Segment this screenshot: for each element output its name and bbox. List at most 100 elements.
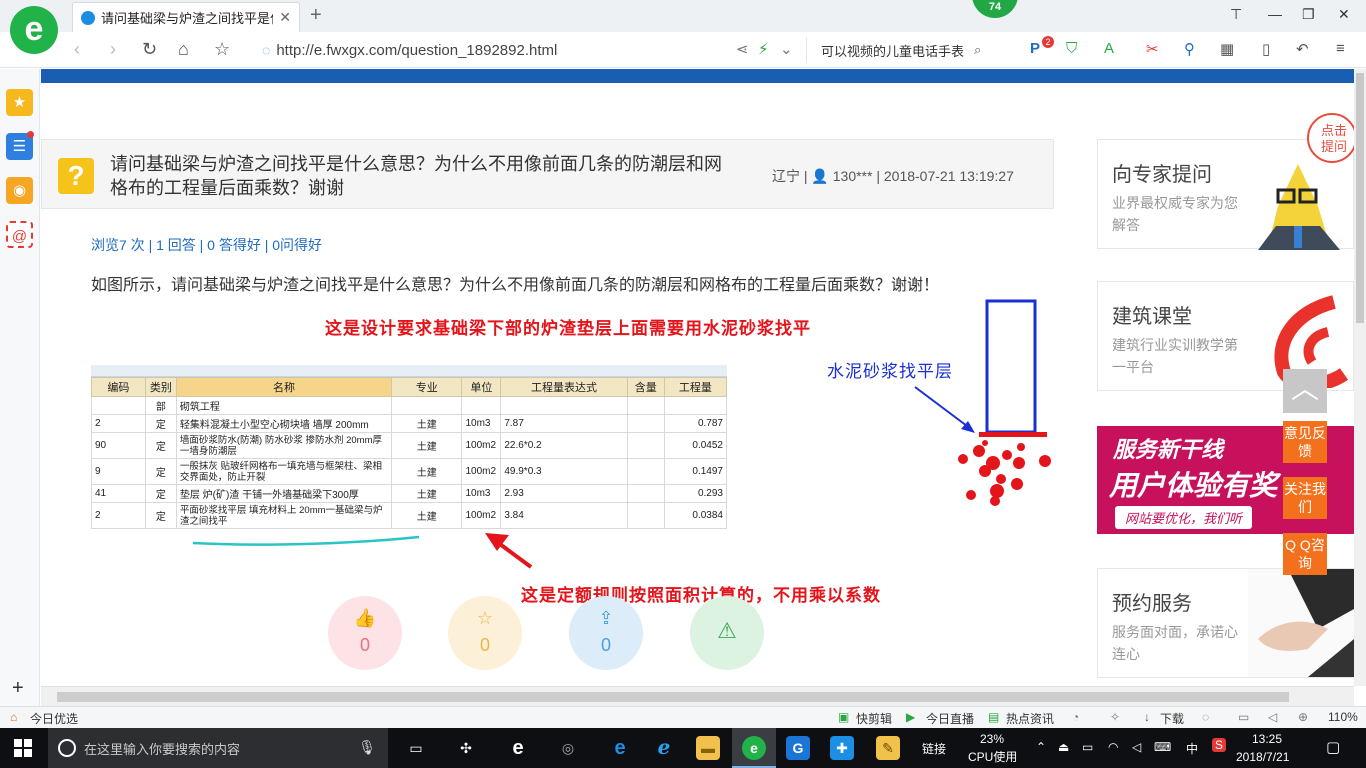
share-icon[interactable]: ⋖ — [736, 40, 749, 58]
back-to-top-icon[interactable]: ︿ — [1283, 369, 1327, 413]
home-icon[interactable]: ⌂ — [178, 39, 189, 60]
mute-icon[interactable]: ◁ — [1268, 710, 1277, 724]
vertical-scroll-thumb[interactable] — [1356, 73, 1364, 323]
follow-us-button[interactable]: 关注我们 — [1283, 477, 1327, 519]
clock-date[interactable]: 2018/7/21 — [1236, 750, 1289, 764]
microphone-icon[interactable]: 🎙 — [358, 739, 376, 756]
keyboard-icon[interactable]: ⌨ — [1154, 740, 1171, 754]
refresh-icon[interactable]: ↻ — [142, 39, 157, 60]
back-icon[interactable]: ‹ — [74, 39, 80, 60]
task-view-icon[interactable]: ▭ — [404, 736, 428, 760]
browser-tab[interactable]: 请问基础梁与炉渣之间找平是什么 ✕ — [72, 2, 300, 32]
chevron-down-icon[interactable]: ⌄ — [780, 40, 793, 58]
menu-icon[interactable]: ≡ — [1336, 40, 1345, 57]
accelerate-icon[interactable]: ⚡ — [758, 40, 769, 58]
search-icon[interactable]: ⌕ — [974, 42, 981, 58]
user-tray-icon[interactable]: ⏏ — [1058, 740, 1069, 754]
zoom-level[interactable]: 110% — [1328, 710, 1358, 724]
fan-app-icon[interactable]: ✣ — [454, 736, 478, 760]
shield-yen-icon[interactable]: ⛉ — [1066, 40, 1077, 57]
news-icon: ▤ — [988, 710, 1000, 724]
zoom-search-icon[interactable]: ⚲ — [1184, 40, 1195, 58]
tools-icon[interactable]: ✧ — [1110, 710, 1120, 724]
apps-grid-icon[interactable]: ▦ — [1220, 40, 1234, 58]
weibo-icon[interactable]: ◉ — [6, 177, 33, 204]
qq-consult-button[interactable]: Q Q咨询 — [1283, 533, 1327, 575]
booking-title[interactable]: 预约服务 — [1112, 587, 1192, 616]
like-button[interactable]: 👍 0 — [328, 596, 402, 670]
academy-title[interactable]: 建筑课堂 — [1112, 300, 1192, 329]
skin-icon[interactable]: ⊤ — [1230, 6, 1242, 23]
extension-p-icon[interactable]: P — [1030, 40, 1040, 57]
window-icon[interactable]: ▭ — [1238, 710, 1249, 724]
share-button[interactable]: ⇪ 0 — [569, 596, 643, 670]
cell-content — [626, 414, 665, 433]
kuaijianji-link[interactable]: 快剪辑 — [856, 710, 892, 727]
horizontal-scroll-thumb[interactable] — [57, 692, 1289, 702]
floating-badge[interactable]: 74 — [972, 0, 1018, 18]
live-link[interactable]: 今日直播 — [926, 710, 974, 727]
volume-icon[interactable]: ◁ — [1132, 740, 1141, 754]
table-header-row: 编码 类别 名称 专业 单位 工程量表达式 含量 工程量 — [91, 377, 727, 397]
favorites-star-icon[interactable]: ★ — [6, 89, 33, 116]
notes-app-icon[interactable]: ✎ — [876, 736, 900, 760]
add-sidebar-plus-icon[interactable]: + — [12, 677, 24, 700]
taskbar-search-placeholder[interactable]: 在这里输入你要搜索的内容 — [84, 739, 240, 758]
browser-mini-icon[interactable]: ◌ — [1202, 710, 1209, 724]
action-center-icon[interactable]: ▢ — [1326, 738, 1340, 756]
horizontal-scrollbar[interactable] — [41, 686, 1354, 706]
tray-expand-icon[interactable]: ⌃ — [1036, 740, 1046, 754]
scissors-icon[interactable]: ✂ — [1146, 40, 1159, 58]
taskbar-search-input[interactable]: 在这里输入你要搜索的内容 🎙 — [48, 728, 388, 768]
g-app-icon[interactable]: G — [786, 736, 810, 760]
zoom-icon[interactable]: ⊕ — [1298, 710, 1308, 724]
minimize-icon[interactable]: — — [1268, 6, 1282, 22]
360-browser-icon[interactable]: e — [742, 736, 766, 760]
wifi-icon[interactable]: ◠ — [1108, 740, 1118, 754]
today-picks-link[interactable]: 今日优选 — [30, 710, 78, 727]
browser-logo-icon[interactable]: e — [10, 6, 58, 54]
file-explorer-icon[interactable]: ▬ — [696, 736, 720, 760]
plus-icon[interactable]: + — [310, 4, 322, 27]
forward-icon[interactable]: › — [110, 39, 116, 60]
address-bar[interactable]: ◌ http://e.fwxgx.com/question_1892892.ht… — [262, 38, 722, 62]
ask-expert-title[interactable]: 向专家提问 — [1112, 158, 1212, 187]
internet-explorer-icon[interactable]: ℯ — [652, 736, 676, 760]
spiral-app-icon[interactable]: ◎ — [556, 736, 580, 760]
close-tab-icon[interactable]: ✕ — [279, 9, 291, 26]
favorite-star-icon[interactable]: ☆ — [214, 39, 230, 60]
close-window-icon[interactable]: ✕ — [1338, 6, 1350, 23]
ie-e-icon[interactable]: e — [506, 736, 530, 760]
email-icon[interactable]: @ — [6, 221, 33, 248]
translate-icon[interactable]: A — [1104, 40, 1114, 57]
battery-icon[interactable]: ▭ — [1082, 740, 1093, 754]
undo-icon[interactable]: ↶ — [1296, 40, 1309, 58]
download-link[interactable]: 下载 — [1160, 710, 1184, 727]
table-row: 90 定 墙面砂浆防水(防潮) 防水砂浆 掺防水剂 20mm厚一墙身防潮层 土建… — [91, 432, 727, 459]
cell-quantity: 0.0384 — [663, 502, 727, 529]
windows-start-icon[interactable] — [14, 739, 32, 757]
cell-code — [91, 396, 146, 415]
cell-name: 轻集料混凝土小型空心砌块墙 墙厚 200mm — [175, 414, 393, 433]
ime-indicator[interactable]: 中 — [1186, 740, 1198, 757]
links-label[interactable]: 链接 — [922, 740, 946, 757]
page-viewport: ? 请问基础梁与炉渣之间找平是什么意思？为什么不用像前面几条的防潮层和网格布的工… — [41, 69, 1354, 686]
search-query[interactable]: 可以视频的儿童电话手表 — [821, 41, 964, 60]
favorite-button[interactable]: ☆ 0 — [448, 596, 522, 670]
news-link[interactable]: 热点资讯 — [1006, 710, 1054, 727]
speed-icon[interactable]: ◔ — [1072, 710, 1079, 724]
clock-time[interactable]: 13:25 — [1252, 732, 1282, 746]
ask-bubble[interactable]: 点击提问 — [1307, 113, 1354, 163]
cell-discipline: 土建 — [391, 432, 463, 459]
reader-icon[interactable]: ▯ — [1262, 40, 1270, 58]
sogou-s-icon[interactable]: S — [1212, 738, 1227, 752]
vertical-scrollbar[interactable] — [1354, 69, 1366, 686]
restore-icon[interactable]: ❐ — [1302, 6, 1315, 23]
search-input[interactable]: 可以视频的儿童电话手表 ⌕ — [806, 38, 1006, 62]
edge-icon[interactable]: e — [608, 736, 632, 760]
plus-app-icon[interactable]: ✚ — [830, 736, 854, 760]
url-text[interactable]: http://e.fwxgx.com/question_1892892.html — [276, 42, 557, 59]
report-button[interactable]: ⚠ — [690, 596, 764, 670]
booking-card[interactable]: 预约服务 服务面对面，承诺心连心 — [1097, 568, 1354, 678]
feedback-button[interactable]: 意见反馈 — [1283, 421, 1327, 463]
